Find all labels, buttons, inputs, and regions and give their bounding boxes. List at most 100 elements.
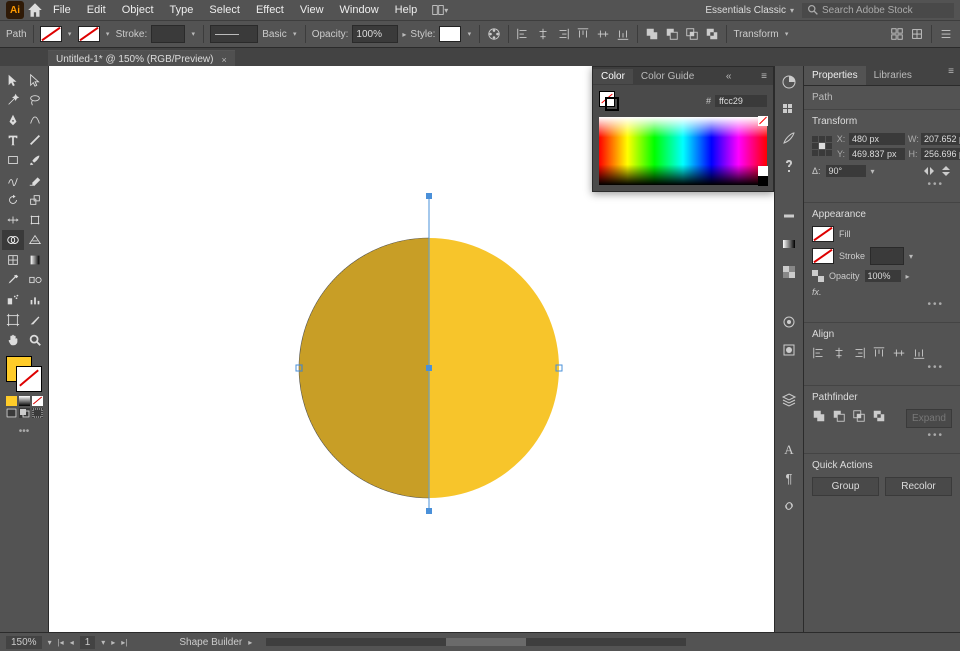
align-right-icon[interactable] (555, 26, 571, 42)
dock-layers-icon[interactable] (779, 390, 799, 410)
tool-artboard[interactable] (2, 310, 24, 330)
tool-shape-builder[interactable] (2, 230, 24, 250)
prop-opacity-input[interactable]: 100% (865, 270, 901, 282)
drawmode-behind-icon[interactable] (19, 408, 30, 418)
flip-h-icon[interactable] (923, 165, 935, 177)
menu-file[interactable]: File (46, 1, 78, 19)
drawmode-inside-icon[interactable] (32, 408, 43, 418)
tool-symbol-sprayer[interactable] (2, 290, 24, 310)
dock-graphicstyles-icon[interactable] (779, 340, 799, 360)
graphic-style-swatch[interactable] (439, 26, 461, 42)
tool-eraser[interactable] (24, 170, 46, 190)
artboard-first-icon[interactable]: |◂ (58, 638, 64, 647)
options-menu-icon[interactable] (938, 26, 954, 42)
drawmode-normal-icon[interactable] (6, 408, 17, 418)
transform-more-icon[interactable]: ••• (812, 177, 952, 196)
hex-input[interactable]: ffcc29 (715, 95, 767, 107)
anchor-top[interactable] (426, 193, 432, 199)
color-spectrum[interactable] (599, 117, 767, 185)
stroke-drop-icon[interactable]: ▾ (104, 30, 112, 38)
tab-properties[interactable]: Properties (804, 66, 866, 85)
tool-blend[interactable] (24, 270, 46, 290)
fx-label[interactable]: fx. (812, 287, 822, 297)
anchor-bottom[interactable] (426, 508, 432, 514)
stroke-weight-drop-icon[interactable]: ▾ (189, 30, 197, 38)
artboard-input[interactable]: 1 (80, 636, 96, 649)
transform-label[interactable]: Transform (733, 29, 778, 40)
tool-gradient[interactable] (24, 250, 46, 270)
tool-magic-wand[interactable] (2, 90, 24, 110)
dock-character-icon[interactable]: A (779, 440, 799, 460)
color-tab[interactable]: Color (593, 69, 633, 84)
x-input[interactable]: 480 px (849, 133, 905, 145)
spectrum-black-icon[interactable] (758, 176, 768, 186)
p-align-bottom-icon[interactable] (912, 346, 926, 360)
fill-drop-icon[interactable]: ▾ (66, 30, 74, 38)
brush-profile-button[interactable] (210, 25, 258, 43)
workspace-switcher[interactable]: Essentials Classic▾ (699, 3, 800, 18)
flip-v-icon[interactable] (940, 165, 952, 177)
menu-edit[interactable]: Edit (80, 1, 113, 19)
align-top-icon[interactable] (575, 26, 591, 42)
reference-point[interactable] (812, 136, 832, 158)
tool-pen[interactable] (2, 110, 24, 130)
pf-intersect-icon[interactable] (852, 409, 866, 423)
menu-view[interactable]: View (293, 1, 331, 19)
recolor-button[interactable]: Recolor (885, 477, 952, 496)
menu-effect[interactable]: Effect (249, 1, 291, 19)
dock-stroke-icon[interactable] (779, 206, 799, 226)
shapebuilder-region[interactable] (299, 238, 429, 498)
prop-fill-swatch[interactable] (812, 226, 834, 242)
fill-swatch[interactable] (40, 26, 62, 42)
none-mode-icon[interactable] (32, 396, 43, 406)
zoom-input[interactable]: 150% (6, 636, 42, 649)
recolor-icon[interactable] (486, 26, 502, 42)
anchor-mid[interactable] (426, 365, 432, 371)
tool-mesh[interactable] (2, 250, 24, 270)
tool-shaper[interactable] (2, 170, 24, 190)
shapemode-intersect-icon[interactable] (684, 26, 700, 42)
menu-object[interactable]: Object (115, 1, 161, 19)
tool-type[interactable] (2, 130, 24, 150)
gradient-mode-icon[interactable] (19, 396, 30, 406)
dock-swatches-icon[interactable] (779, 100, 799, 120)
p-align-hcenter-icon[interactable] (832, 346, 846, 360)
shapemode-exclude-icon[interactable] (704, 26, 720, 42)
tab-libraries[interactable]: Libraries (866, 66, 920, 85)
tool-direct-selection[interactable] (24, 70, 46, 90)
tool-zoom[interactable] (24, 330, 46, 350)
tool-rotate[interactable] (2, 190, 24, 210)
colorpanel-collapse-icon[interactable]: « (720, 71, 738, 82)
tool-eyedropper[interactable] (2, 270, 24, 290)
panel-menu-icon[interactable]: ≡ (942, 66, 960, 85)
stock-search[interactable]: Search Adobe Stock (802, 3, 954, 18)
colorpanel-swatch[interactable] (599, 91, 619, 111)
tool-lasso[interactable] (24, 90, 46, 110)
dock-symbols-icon[interactable] (779, 156, 799, 176)
artboard-last-icon[interactable]: ▸| (121, 638, 127, 647)
p-align-left-icon[interactable] (812, 346, 826, 360)
menu-help[interactable]: Help (388, 1, 425, 19)
tool-scale[interactable] (24, 190, 46, 210)
dock-transparency-icon[interactable] (779, 262, 799, 282)
h-scrollbar[interactable] (266, 638, 686, 646)
rotate-input[interactable]: 90° (826, 165, 866, 177)
tool-selection[interactable] (2, 70, 24, 90)
spectrum-none-icon[interactable] (758, 116, 768, 126)
colorguide-tab[interactable]: Color Guide (633, 69, 702, 84)
p-align-right-icon[interactable] (852, 346, 866, 360)
stroke-swatch[interactable] (78, 26, 100, 42)
align-hcenter-icon[interactable] (535, 26, 551, 42)
tool-curvature[interactable] (24, 110, 46, 130)
home-icon[interactable] (26, 1, 44, 19)
arrange-docs-icon[interactable]: ▾ (432, 2, 448, 18)
pathfinder-more-icon[interactable]: ••• (812, 428, 952, 447)
tool-hand[interactable] (2, 330, 24, 350)
tool-line[interactable] (24, 130, 46, 150)
shapemode-minusfront-icon[interactable] (664, 26, 680, 42)
h-input[interactable]: 256.696 px (921, 148, 960, 160)
dock-gradient-icon[interactable] (779, 234, 799, 254)
y-input[interactable]: 469.837 px (849, 148, 905, 160)
fill-stroke-swatch[interactable] (6, 356, 42, 392)
tool-rectangle[interactable] (2, 150, 24, 170)
